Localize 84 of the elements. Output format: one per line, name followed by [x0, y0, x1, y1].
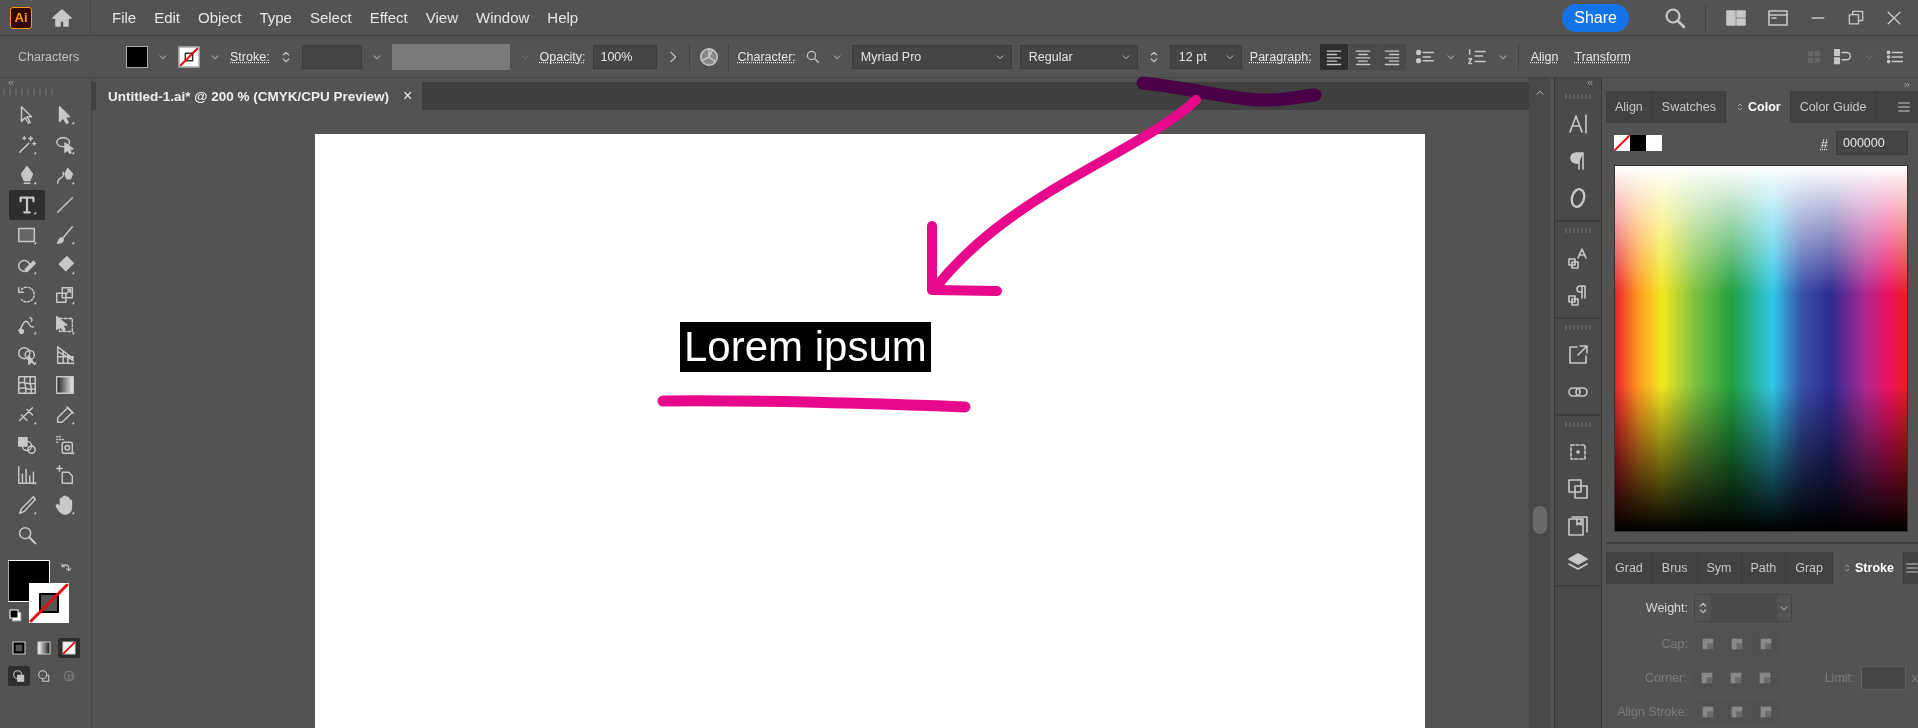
- artboard-icon: [53, 464, 76, 486]
- menu-item[interactable]: Edit: [145, 9, 190, 26]
- gradient-icon: [53, 374, 76, 396]
- align-button[interactable]: [1377, 43, 1406, 70]
- panel-tab[interactable]: Grad: [1606, 552, 1653, 584]
- panel-tab[interactable]: Sym: [1697, 552, 1742, 584]
- fill-stroke-swatches[interactable]: [8, 560, 70, 624]
- font-family-field[interactable]: Myriad Pro: [851, 44, 1012, 69]
- rotate-icon: [15, 284, 38, 306]
- fill-swatch[interactable]: [126, 45, 148, 68]
- draw-mode-button[interactable]: [8, 666, 30, 686]
- paragraph-label[interactable]: Paragraph:: [1249, 49, 1312, 64]
- library-icon[interactable]: [1566, 514, 1590, 538]
- panel-tab[interactable]: Color: [1726, 91, 1791, 123]
- opacity-field[interactable]: 100%: [593, 44, 658, 69]
- none-swatch[interactable]: [1614, 135, 1630, 151]
- menu-item[interactable]: Help: [538, 9, 588, 26]
- stroke-label[interactable]: Stroke:: [230, 49, 270, 64]
- export-icon[interactable]: [1566, 343, 1590, 367]
- scroll-thumb[interactable]: [1532, 506, 1547, 534]
- menu-item[interactable]: Select: [300, 9, 361, 26]
- document-title: Untitled-1.ai* @ 200 % (CMYK/CPU Preview): [108, 88, 389, 104]
- panel-tab[interactable]: Brus: [1652, 552, 1698, 584]
- stroke-option-label: Weight:: [1644, 601, 1688, 615]
- character-label[interactable]: Character:: [737, 49, 796, 64]
- swatch[interactable]: [1646, 135, 1662, 151]
- menu-item[interactable]: Effect: [360, 9, 417, 26]
- menu-item[interactable]: Window: [466, 9, 539, 26]
- opacity-label[interactable]: Opacity:: [539, 49, 586, 64]
- panel-tab[interactable]: Stroke: [1833, 552, 1904, 584]
- menu-icon[interactable]: [1896, 99, 1912, 115]
- search-icon[interactable]: [1663, 5, 1687, 30]
- menu-item[interactable]: View: [416, 9, 467, 26]
- menu-item[interactable]: File: [103, 9, 146, 26]
- character-styles-icon[interactable]: [1566, 246, 1590, 270]
- collapse-icon[interactable]: [6, 78, 16, 88]
- draw-inside-icon: [61, 668, 77, 684]
- lasso-icon: [53, 134, 76, 156]
- share-button[interactable]: Share: [1562, 3, 1629, 32]
- color-mode-button[interactable]: [58, 638, 80, 658]
- pathfinder-icon[interactable]: [1566, 477, 1590, 501]
- shapes-icon: [15, 434, 38, 456]
- hex-label: #: [1820, 135, 1828, 151]
- align-link[interactable]: Align: [1526, 49, 1563, 64]
- menu-icon[interactable]: [1903, 560, 1918, 576]
- stroke-swatch[interactable]: [178, 45, 200, 68]
- hex-field[interactable]: 000000: [1836, 131, 1908, 155]
- symbol-sprayer-icon: [53, 434, 76, 456]
- document-tab[interactable]: Untitled-1.ai* @ 200 % (CMYK/CPU Preview) ×: [96, 82, 423, 110]
- limit-field[interactable]: [1860, 666, 1906, 690]
- bar-graph-icon: [15, 464, 38, 486]
- shape-builder-icon: [15, 344, 38, 366]
- panel-tab[interactable]: Color Guide: [1790, 91, 1877, 123]
- font-size-field[interactable]: 12 pt: [1169, 44, 1242, 69]
- hand-icon: [53, 494, 76, 516]
- free-transform-icon: [53, 314, 76, 336]
- gradient-mode-icon: [36, 640, 52, 656]
- width-icon: [15, 314, 38, 336]
- color-spectrum[interactable]: [1614, 165, 1908, 532]
- align-button[interactable]: [1319, 43, 1348, 70]
- panel-tab[interactable]: Align: [1606, 91, 1653, 123]
- panel-tab[interactable]: Path: [1741, 552, 1787, 584]
- menu-item[interactable]: Type: [250, 9, 301, 26]
- close-tab-button[interactable]: ×: [403, 87, 413, 105]
- scale-icon: [53, 284, 76, 306]
- none-mode-icon: [61, 640, 77, 656]
- weight-field[interactable]: [1694, 594, 1792, 622]
- color-mode-icon: [11, 640, 27, 656]
- mesh-icon: [15, 374, 38, 396]
- selection-label: Characters: [18, 49, 81, 64]
- recolor-icon[interactable]: [698, 45, 721, 68]
- character-icon[interactable]: [1566, 112, 1590, 136]
- font-style-field[interactable]: Regular: [1019, 44, 1138, 69]
- collapse-icon[interactable]: [1585, 78, 1595, 88]
- swatch[interactable]: [1630, 135, 1646, 151]
- transform-link[interactable]: Transform: [1570, 49, 1635, 64]
- menu-item[interactable]: Object: [189, 9, 251, 26]
- draw-normal-icon: [11, 668, 27, 684]
- app-logo: Ai: [10, 6, 32, 29]
- align-button[interactable]: [1348, 43, 1377, 70]
- default-colors-icon[interactable]: [8, 608, 24, 624]
- tool-button[interactable]: [8, 190, 45, 220]
- draw-behind-icon: [36, 668, 52, 684]
- canvas-text[interactable]: Lorem ipsum: [680, 322, 931, 372]
